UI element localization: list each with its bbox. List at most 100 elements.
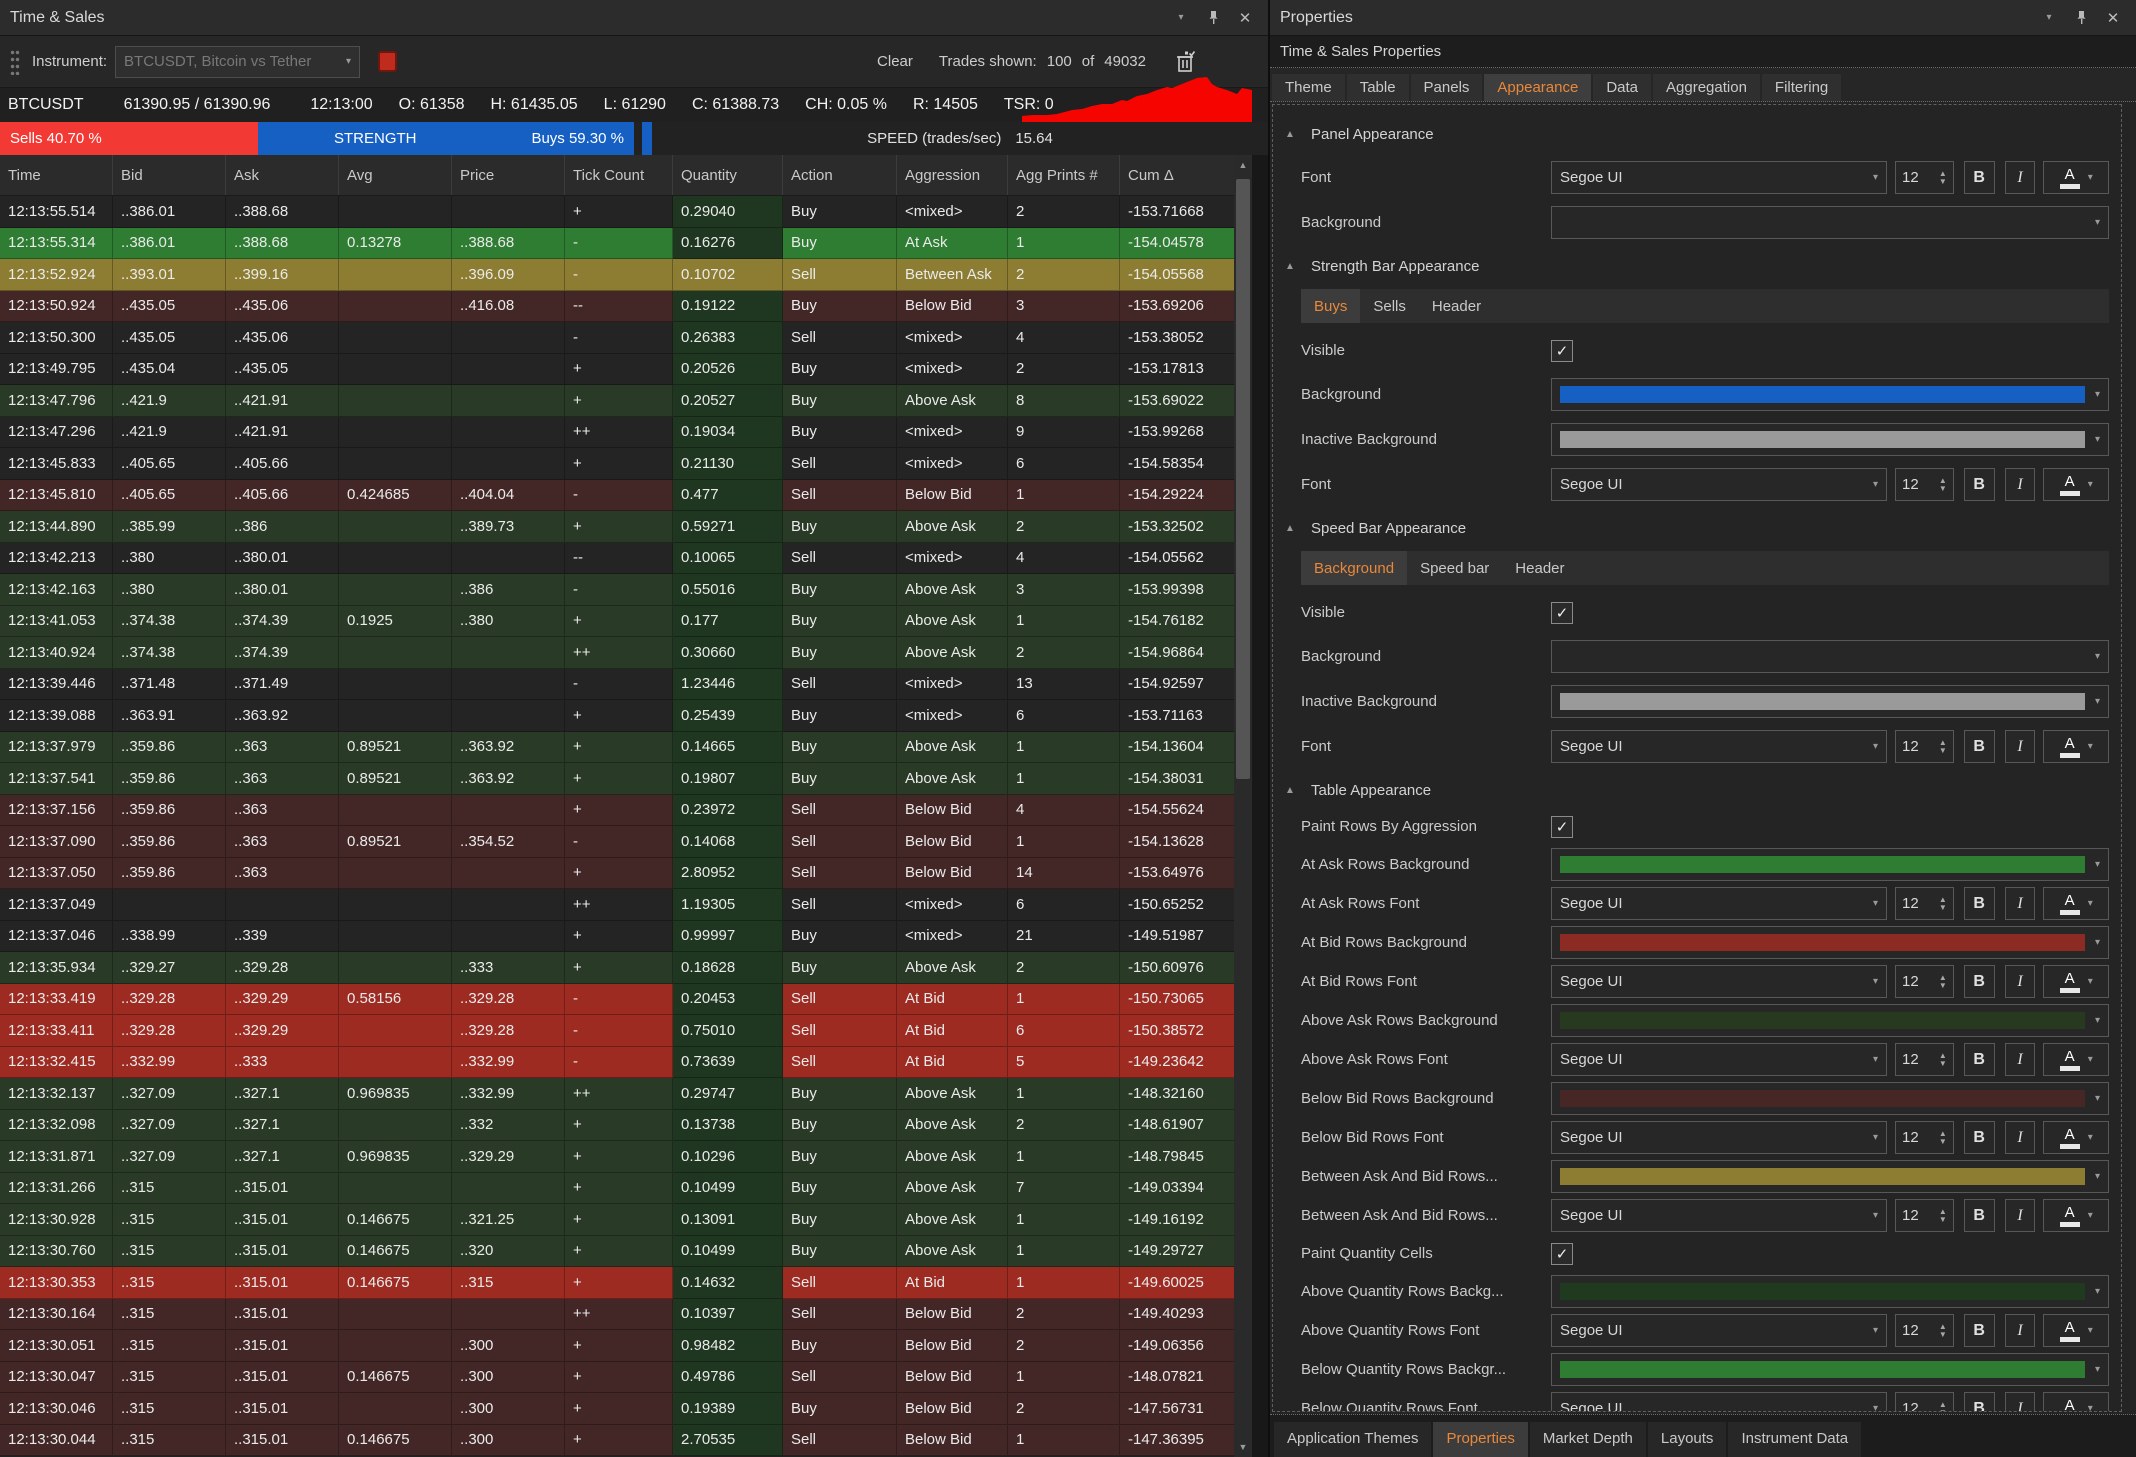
color-select[interactable]: ▾: [1551, 1004, 2109, 1037]
column-header-time[interactable]: Time: [0, 155, 113, 195]
subtab-buys[interactable]: Buys: [1301, 289, 1360, 323]
scrollbar-thumb[interactable]: [1236, 179, 1250, 779]
ts-menu-dropdown-icon[interactable]: ▾: [1168, 7, 1194, 29]
italic-button[interactable]: I: [2005, 1314, 2036, 1347]
bold-button[interactable]: B: [1964, 161, 1995, 194]
table-row[interactable]: 12:13:32.137 ..327.09 ..327.1 0.969835 .…: [0, 1078, 1234, 1110]
font-size-stepper[interactable]: 12 ▲▼: [1895, 1199, 1954, 1232]
font-color-button[interactable]: A ▾: [2043, 965, 2109, 998]
column-header-quantity[interactable]: Quantity: [673, 155, 783, 195]
font-size-stepper[interactable]: 12 ▲▼: [1895, 1121, 1954, 1154]
table-row[interactable]: 12:13:35.934 ..329.27 ..329.28 ..333 + 0…: [0, 952, 1234, 984]
properties-menu-dropdown-icon[interactable]: ▾: [2036, 7, 2062, 29]
bottom-tab-application-themes[interactable]: Application Themes: [1274, 1422, 1431, 1457]
drag-handle-icon[interactable]: [10, 49, 20, 75]
bold-button[interactable]: B: [1964, 1314, 1995, 1347]
stepper-down-icon[interactable]: ▼: [1939, 904, 1947, 912]
table-row[interactable]: 12:13:37.541 ..359.86 ..363 0.89521 ..36…: [0, 763, 1234, 795]
italic-button[interactable]: I: [2005, 161, 2036, 194]
table-row[interactable]: 12:13:42.213 ..380 ..380.01 -- 0.10065 S…: [0, 543, 1234, 575]
checkbox[interactable]: ✓: [1551, 1243, 1573, 1265]
column-header-tick-count[interactable]: Tick Count: [565, 155, 673, 195]
font-family-select[interactable]: Segoe UI ▾: [1551, 468, 1887, 501]
column-header-agg-prints-[interactable]: Agg Prints #: [1008, 155, 1120, 195]
table-row[interactable]: 12:13:30.928 ..315 ..315.01 0.146675 ..3…: [0, 1204, 1234, 1236]
stepper-down-icon[interactable]: ▼: [1939, 1216, 1947, 1224]
font-size-stepper[interactable]: 12 ▲▼: [1895, 1043, 1954, 1076]
stepper-down-icon[interactable]: ▼: [1939, 178, 1947, 186]
tab-appearance[interactable]: Appearance: [1484, 74, 1591, 101]
table-row[interactable]: 12:13:31.266 ..315 ..315.01 + 0.10499 Bu…: [0, 1173, 1234, 1205]
table-row[interactable]: 12:13:49.795 ..435.04 ..435.05 + 0.20526…: [0, 354, 1234, 386]
column-header-ask[interactable]: Ask: [226, 155, 339, 195]
table-row[interactable]: 12:13:47.296 ..421.9 ..421.91 ++ 0.19034…: [0, 417, 1234, 449]
table-row[interactable]: 12:13:50.924 ..435.05 ..435.06 ..416.08 …: [0, 291, 1234, 323]
color-select[interactable]: ▾: [1551, 926, 2109, 959]
column-header-cum-[interactable]: Cum Δ: [1120, 155, 1234, 195]
italic-button[interactable]: I: [2005, 1392, 2036, 1412]
table-row[interactable]: 12:13:37.046 ..338.99 ..339 + 0.99997 Bu…: [0, 921, 1234, 953]
italic-button[interactable]: I: [2005, 730, 2036, 763]
font-family-select[interactable]: Segoe UI ▾: [1551, 1199, 1887, 1232]
stepper-down-icon[interactable]: ▼: [1939, 1409, 1947, 1413]
stepper-down-icon[interactable]: ▼: [1939, 1331, 1947, 1339]
table-scrollbar[interactable]: ▲ ▼: [1234, 155, 1252, 1457]
bold-button[interactable]: B: [1964, 1199, 1995, 1232]
column-header-action[interactable]: Action: [783, 155, 897, 195]
bold-button[interactable]: B: [1964, 1043, 1995, 1076]
tab-filtering[interactable]: Filtering: [1762, 74, 1841, 101]
table-row[interactable]: 12:13:44.890 ..385.99 ..386 ..389.73 + 0…: [0, 511, 1234, 543]
color-select[interactable]: ▾: [1551, 848, 2109, 881]
table-row[interactable]: 12:13:31.871 ..327.09 ..327.1 0.969835 .…: [0, 1141, 1234, 1173]
font-color-button[interactable]: A ▾: [2043, 468, 2109, 501]
italic-button[interactable]: I: [2005, 887, 2036, 920]
properties-close-icon[interactable]: ✕: [2100, 7, 2126, 29]
bottom-tab-instrument-data[interactable]: Instrument Data: [1728, 1422, 1861, 1457]
italic-button[interactable]: I: [2005, 1043, 2036, 1076]
font-color-button[interactable]: A ▾: [2043, 1392, 2109, 1412]
font-family-select[interactable]: Segoe UI ▾: [1551, 1043, 1887, 1076]
table-row[interactable]: 12:13:30.047 ..315 ..315.01 0.146675 ..3…: [0, 1362, 1234, 1394]
table-row[interactable]: 12:13:52.924 ..393.01 ..399.16 ..396.09 …: [0, 259, 1234, 291]
font-size-stepper[interactable]: 12 ▲▼: [1895, 161, 1954, 194]
scroll-up-icon[interactable]: ▲: [1234, 155, 1252, 175]
font-color-button[interactable]: A ▾: [2043, 730, 2109, 763]
italic-button[interactable]: I: [2005, 468, 2036, 501]
subtab-header[interactable]: Header: [1502, 551, 1577, 585]
table-row[interactable]: 12:13:47.796 ..421.9 ..421.91 + 0.20527 …: [0, 385, 1234, 417]
font-family-select[interactable]: Segoe UI ▾: [1551, 1392, 1887, 1412]
table-row[interactable]: 12:13:30.164 ..315 ..315.01 ++ 0.10397 S…: [0, 1299, 1234, 1331]
font-family-select[interactable]: Segoe UI ▾: [1551, 161, 1887, 194]
bottom-tab-market-depth[interactable]: Market Depth: [1530, 1422, 1646, 1457]
table-row[interactable]: 12:13:55.514 ..386.01 ..388.68 + 0.29040…: [0, 196, 1234, 228]
font-color-button[interactable]: A ▾: [2043, 1121, 2109, 1154]
table-row[interactable]: 12:13:30.044 ..315 ..315.01 0.146675 ..3…: [0, 1425, 1234, 1457]
font-family-select[interactable]: Segoe UI ▾: [1551, 1314, 1887, 1347]
column-header-avg[interactable]: Avg: [339, 155, 452, 195]
column-header-aggression[interactable]: Aggression: [897, 155, 1008, 195]
color-select[interactable]: ▾: [1551, 1275, 2109, 1308]
font-family-select[interactable]: Segoe UI ▾: [1551, 1121, 1887, 1154]
bold-button[interactable]: B: [1964, 965, 1995, 998]
stepper-down-icon[interactable]: ▼: [1939, 1060, 1947, 1068]
tab-theme[interactable]: Theme: [1272, 74, 1345, 101]
instrument-color-button[interactable]: [378, 51, 397, 72]
subtab-background[interactable]: Background: [1301, 551, 1407, 585]
color-select[interactable]: ▾: [1551, 378, 2109, 411]
bold-button[interactable]: B: [1964, 730, 1995, 763]
stepper-down-icon[interactable]: ▼: [1939, 485, 1947, 493]
table-row[interactable]: 12:13:30.760 ..315 ..315.01 0.146675 ..3…: [0, 1236, 1234, 1268]
color-select[interactable]: ▾: [1551, 423, 2109, 456]
italic-button[interactable]: I: [2005, 1121, 2036, 1154]
table-row[interactable]: 12:13:37.156 ..359.86 ..363 + 0.23972 Se…: [0, 795, 1234, 827]
table-row[interactable]: 12:13:39.446 ..371.48 ..371.49 - 1.23446…: [0, 669, 1234, 701]
font-size-stepper[interactable]: 12 ▲▼: [1895, 468, 1954, 501]
subtab-speed-bar[interactable]: Speed bar: [1407, 551, 1502, 585]
table-row[interactable]: 12:13:33.411 ..329.28 ..329.29 ..329.28 …: [0, 1015, 1234, 1047]
bottom-tab-layouts[interactable]: Layouts: [1648, 1422, 1727, 1457]
bold-button[interactable]: B: [1964, 1392, 1995, 1412]
table-row[interactable]: 12:13:37.050 ..359.86 ..363 + 2.80952 Se…: [0, 858, 1234, 890]
instrument-select[interactable]: BTCUSDT, Bitcoin vs Tether ▾: [115, 46, 360, 78]
bottom-tab-properties[interactable]: Properties: [1433, 1422, 1527, 1457]
collapse-icon[interactable]: ▲: [1285, 129, 1297, 140]
